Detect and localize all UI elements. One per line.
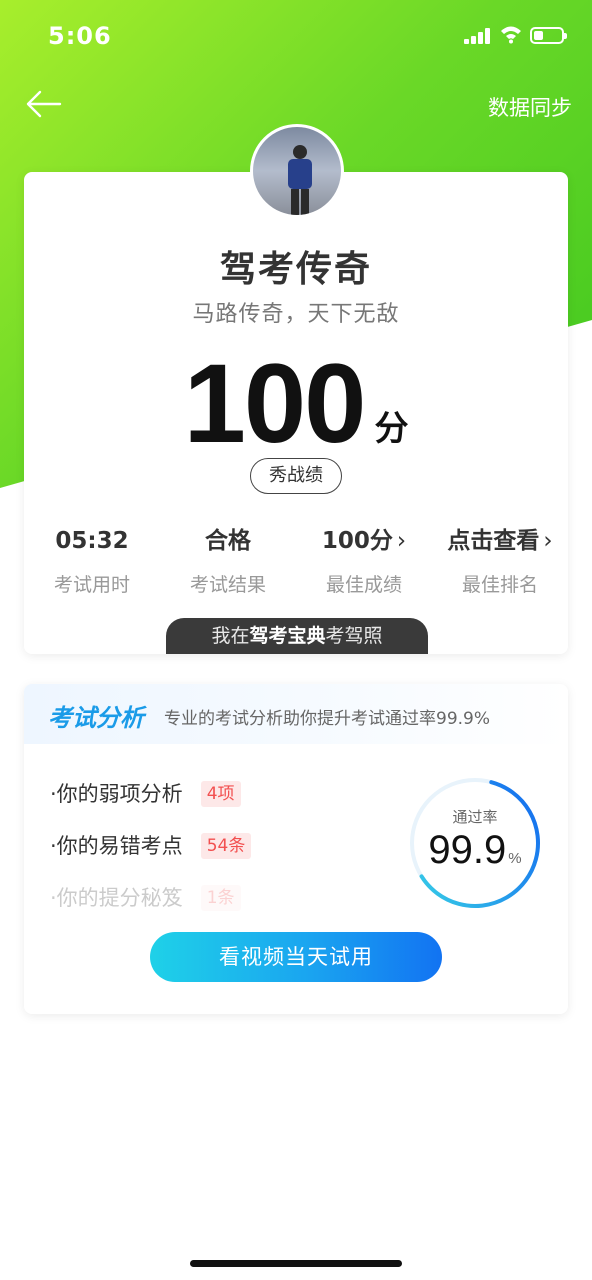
stat-label: 最佳排名 <box>461 574 538 596</box>
person-photo <box>288 145 312 215</box>
stat-label: 最佳成绩 <box>325 574 402 596</box>
avatar[interactable] <box>250 124 344 218</box>
stat-value: 点击查看 › <box>447 528 553 554</box>
pass-rate-value: 99.9% <box>428 828 522 872</box>
count-badge: 54条 <box>200 833 252 859</box>
back-button[interactable] <box>24 86 64 122</box>
score-value: 100 <box>183 341 367 466</box>
pass-rate-ring: 通过率 99.9% <box>408 776 542 910</box>
pass-rate-label: 通过率 <box>452 808 498 826</box>
count-badge: 4项 <box>200 781 241 807</box>
stat-best-score[interactable]: 100分 › 最佳成绩 <box>296 524 432 597</box>
analysis-item-weak-points[interactable]: ·你的弱项分析 4项 <box>50 778 241 808</box>
analysis-title: 考试分析 <box>48 704 144 732</box>
home-indicator <box>190 1260 402 1267</box>
analysis-description: 专业的考试分析助你提升考试通过率99.9% <box>164 709 491 729</box>
exam-analysis-card: 考试分析 专业的考试分析助你提升考试通过率99.9% ·你的弱项分析 4项 ·你的… <box>24 684 568 1014</box>
watch-video-trial-button[interactable]: 看视频当天试用 <box>150 932 442 982</box>
wifi-icon <box>501 26 521 44</box>
stat-value: 100分 › <box>321 528 407 554</box>
status-bar: 5:06 <box>0 0 592 70</box>
data-sync-button[interactable]: 数据同步 <box>488 92 572 122</box>
stat-label: 考试结果 <box>189 574 266 596</box>
chevron-right-icon: › <box>543 528 553 554</box>
analysis-item-tips[interactable]: ·你的提分秘笈 1条 <box>50 882 241 912</box>
analysis-header: 考试分析 专业的考试分析助你提升考试通过率99.9% <box>24 684 568 744</box>
score-card: 驾考传奇 马路传奇，天下无敌 100 分 秀战绩 05:32 考试用时 合格 考试… <box>24 172 568 654</box>
share-score-button[interactable]: 秀战绩 <box>250 458 342 494</box>
stat-exam-time: 05:32 考试用时 <box>24 524 160 597</box>
status-time: 5:06 <box>48 22 112 50</box>
stat-value: 合格 <box>205 528 251 554</box>
count-badge: 1条 <box>200 885 241 911</box>
arrow-left-icon <box>26 90 62 118</box>
score-display: 100 分 <box>24 348 568 460</box>
cellular-signal-icon <box>464 28 490 44</box>
profile-name: 驾考传奇 <box>219 249 372 290</box>
stat-value: 05:32 <box>55 528 129 554</box>
stats-row: 05:32 考试用时 合格 考试结果 100分 › 最佳成绩 点击查看 › 最佳排名 <box>24 524 568 604</box>
battery-icon <box>530 27 567 44</box>
chevron-right-icon: › <box>396 528 407 554</box>
stat-best-rank[interactable]: 点击查看 › 最佳排名 <box>432 524 568 597</box>
promo-banner[interactable]: 我在驾考宝典考驾照 <box>166 618 428 654</box>
analysis-item-error-prone[interactable]: ·你的易错考点 54条 <box>50 830 252 860</box>
stat-exam-result: 合格 考试结果 <box>160 524 296 597</box>
stat-label: 考试用时 <box>53 574 130 596</box>
profile-motto: 马路传奇，天下无敌 <box>192 302 400 327</box>
score-unit: 分 <box>374 409 409 449</box>
battery-level <box>534 31 544 40</box>
